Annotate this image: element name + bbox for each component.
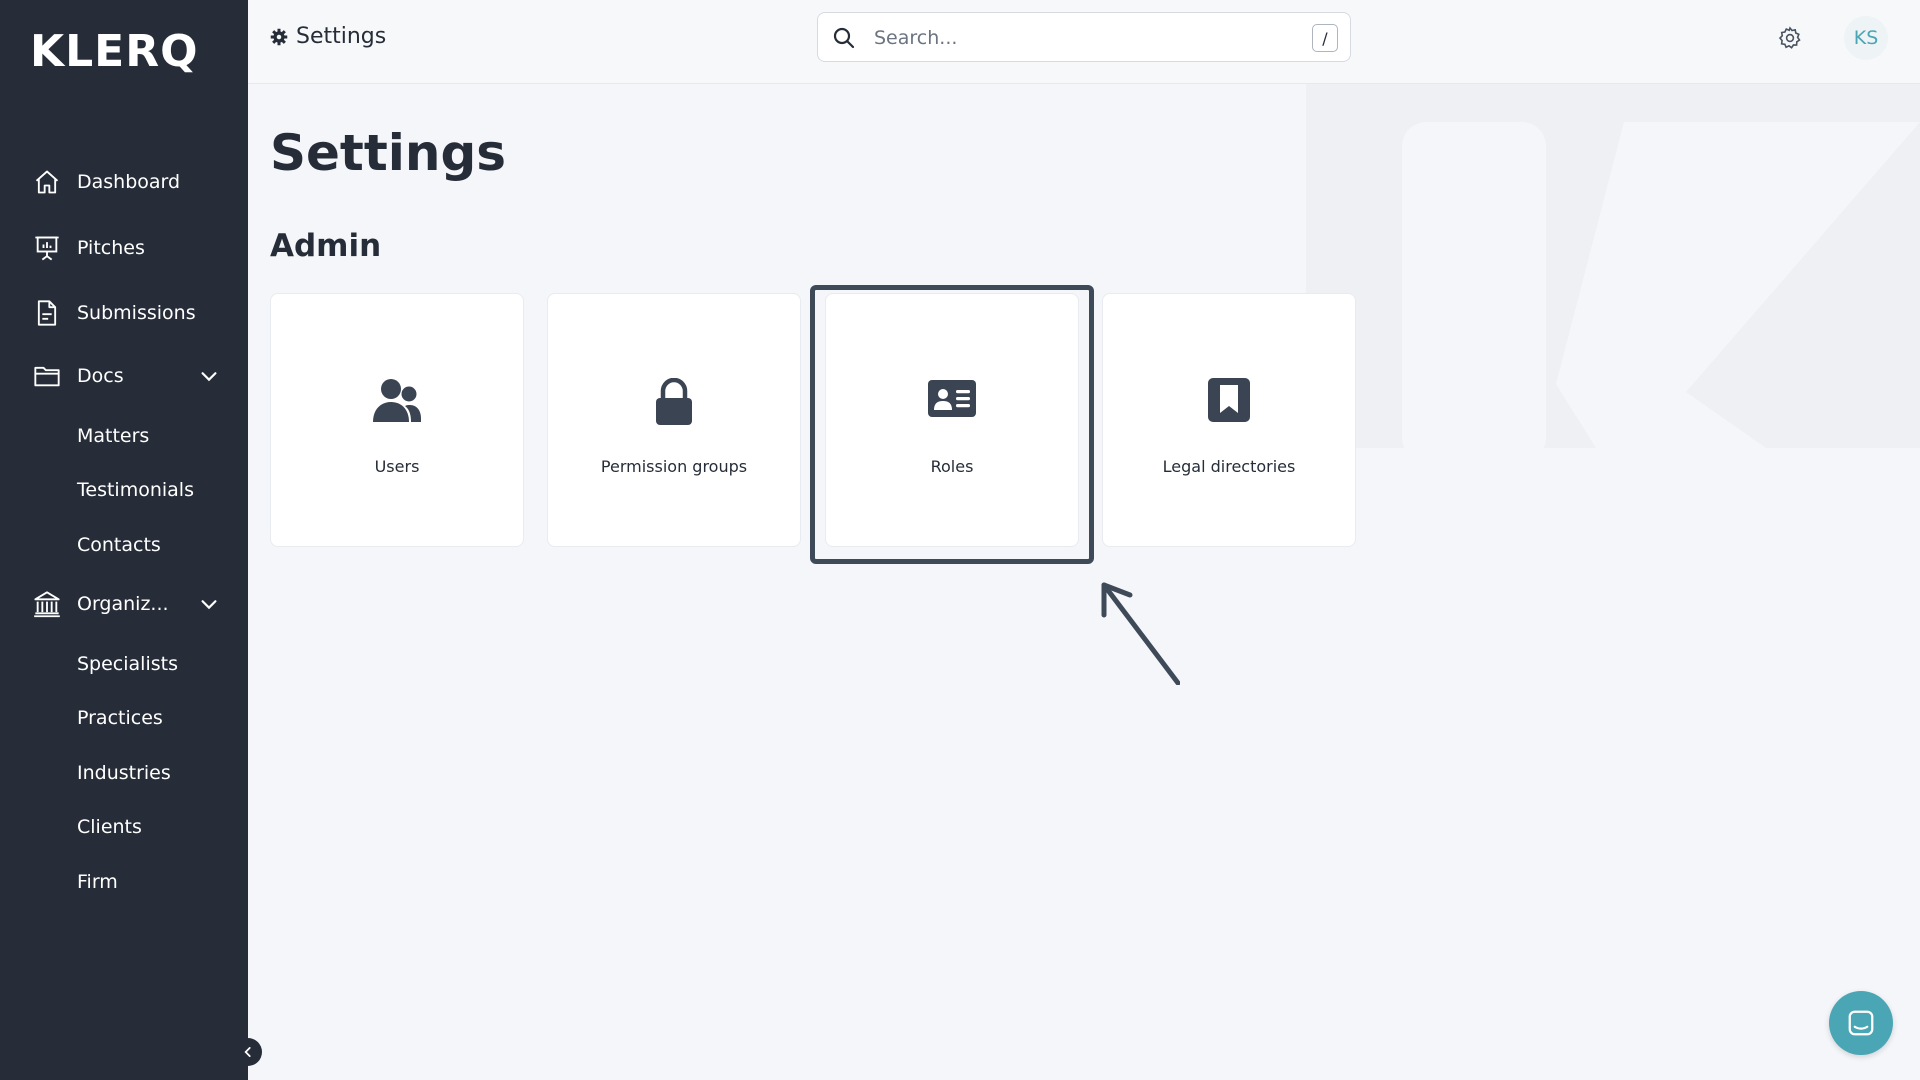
search-icon: [833, 27, 855, 49]
sidebar-subitem-specialists[interactable]: Specialists: [77, 653, 178, 675]
sidebar-item-organization[interactable]: Organiz...: [0, 579, 248, 629]
sidebar-item-label: Submissions: [77, 302, 196, 324]
card-label: Permission groups: [600, 457, 748, 476]
settings-button[interactable]: [1774, 22, 1806, 54]
card-permission-groups[interactable]: Permission groups: [547, 293, 801, 547]
id-card-icon: [928, 380, 976, 417]
sidebar-item-label: Organiz...: [77, 593, 169, 615]
sidebar-item-dashboard[interactable]: Dashboard: [0, 157, 248, 207]
breadcrumb: Settings: [270, 24, 386, 49]
bookmark-icon: [1208, 378, 1250, 422]
chat-support-button[interactable]: [1829, 991, 1893, 1055]
sidebar-item-label: Docs: [77, 365, 124, 387]
card-label: Roles: [930, 457, 974, 476]
sidebar-item-pitches[interactable]: Pitches: [0, 223, 248, 273]
presentation-icon: [32, 233, 62, 263]
sidebar-subitem-industries[interactable]: Industries: [77, 762, 171, 784]
card-label: Users: [374, 457, 420, 476]
sidebar-item-docs[interactable]: Docs: [0, 351, 248, 401]
breadcrumb-label: Settings: [296, 24, 387, 49]
card-users[interactable]: Users: [270, 293, 524, 547]
watermark-logo: [1306, 84, 1920, 448]
chevron-down-icon[interactable]: [198, 593, 220, 615]
sidebar-subitem-practices[interactable]: Practices: [77, 707, 163, 729]
page-title: Settings: [270, 124, 507, 182]
sidebar-subitem-clients[interactable]: Clients: [77, 816, 142, 838]
chat-icon: [1848, 1010, 1874, 1036]
gear-icon: [270, 28, 288, 45]
chevron-left-icon: [244, 1047, 251, 1057]
search-box[interactable]: /: [817, 12, 1351, 62]
document-icon: [32, 298, 62, 328]
section-title: Admin: [270, 228, 382, 264]
building-icon: [32, 589, 62, 619]
search-shortcut-key: /: [1312, 24, 1338, 52]
pointer-arrow-icon: [1101, 582, 1180, 685]
avatar[interactable]: KS: [1844, 16, 1888, 60]
sidebar: KLERQ Dashboard Pitches Submissions Docs…: [0, 0, 248, 1080]
folder-icon: [32, 361, 62, 391]
sidebar-subitem-matters[interactable]: Matters: [77, 425, 149, 447]
collapse-sidebar-button[interactable]: [234, 1038, 262, 1066]
gear-icon: [1778, 26, 1801, 49]
sidebar-subitem-testimonials[interactable]: Testimonials: [77, 479, 194, 501]
sidebar-item-submissions[interactable]: Submissions: [0, 288, 248, 338]
chevron-down-icon[interactable]: [198, 365, 220, 387]
klerq-logo[interactable]: KLERQ: [30, 26, 198, 77]
card-roles[interactable]: Roles: [825, 293, 1079, 547]
card-legal-directories[interactable]: Legal directories: [1102, 293, 1356, 547]
card-label: Legal directories: [1162, 457, 1296, 476]
home-icon: [32, 167, 62, 197]
sidebar-item-label: Pitches: [77, 237, 145, 259]
top-bar: Settings / KS: [248, 0, 1920, 84]
users-icon: [373, 379, 421, 422]
sidebar-subitem-contacts[interactable]: Contacts: [77, 534, 161, 556]
sidebar-item-label: Dashboard: [77, 171, 181, 193]
lock-icon: [656, 378, 692, 425]
search-input[interactable]: [874, 23, 1274, 53]
klerq-k-watermark-icon: [1402, 122, 1920, 448]
sidebar-subitem-firm[interactable]: Firm: [77, 871, 118, 893]
